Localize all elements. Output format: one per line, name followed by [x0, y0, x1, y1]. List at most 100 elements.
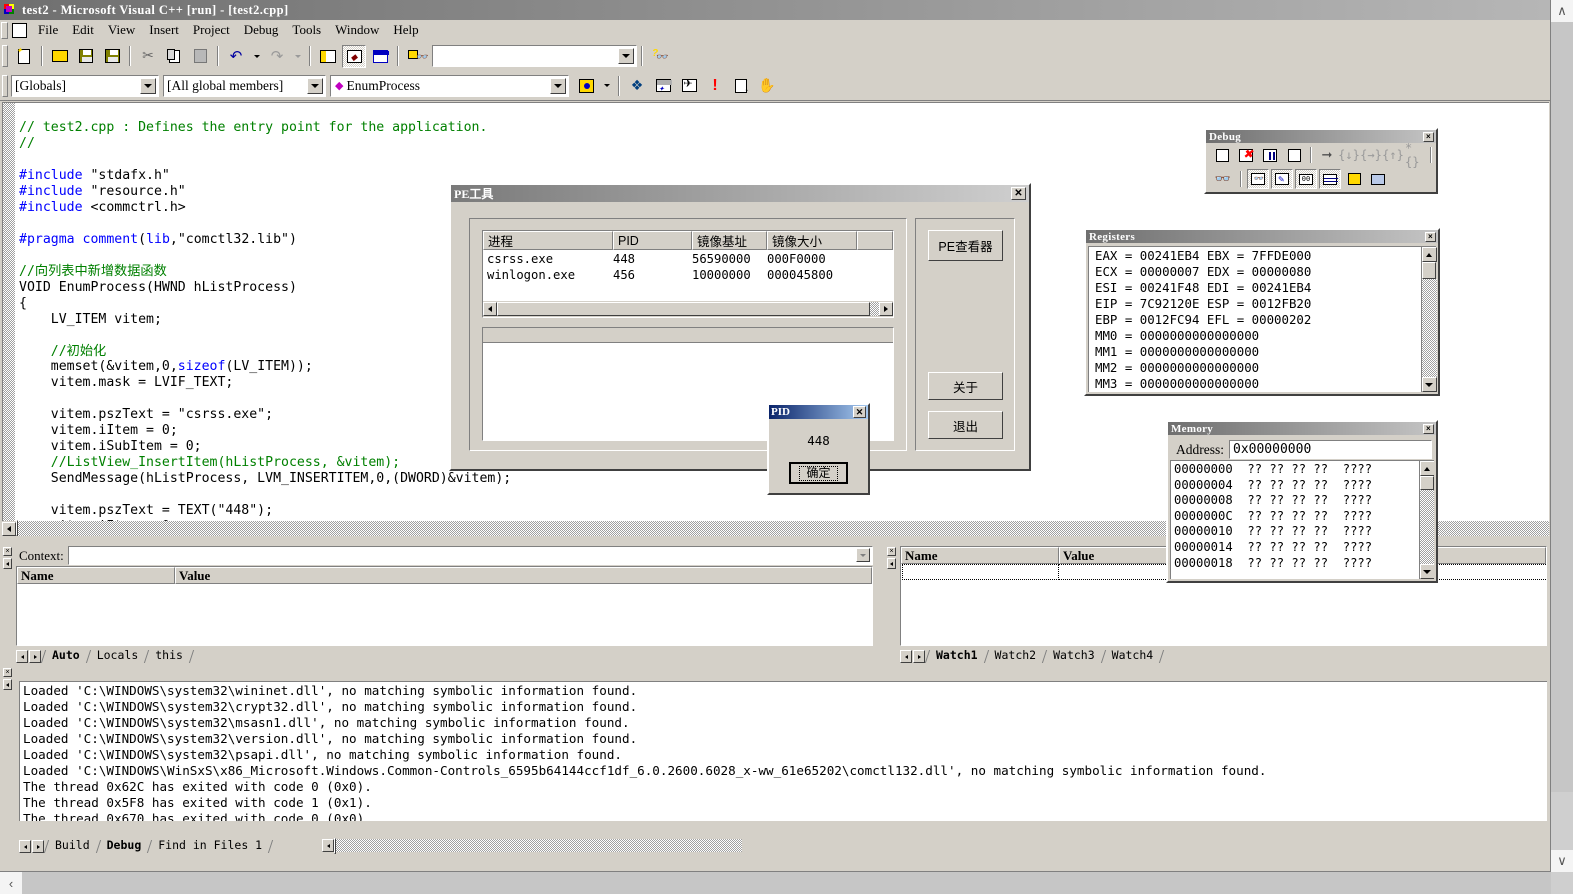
tab-locals[interactable]: Locals	[90, 648, 146, 663]
find-combo[interactable]	[432, 45, 637, 67]
show-next-statement-icon[interactable]: ➞	[1317, 145, 1337, 165]
editor-selection-margin[interactable]	[3, 103, 16, 532]
listview-scroll-left-button[interactable]	[483, 302, 497, 316]
function-combo-arrow[interactable]	[550, 77, 566, 94]
listview-hscroll-thumb[interactable]	[497, 302, 870, 316]
registers-titlebar[interactable]: Registers ×	[1086, 230, 1438, 243]
tab-find-in-files-1[interactable]: Find in Files 1	[151, 838, 269, 853]
registers-close-button[interactable]: ×	[1425, 231, 1436, 242]
process-listview[interactable]: 进程 PID 镜像基址 镜像大小 csrss.exe 448 56590000 …	[482, 230, 894, 318]
column-process[interactable]: 进程	[483, 231, 613, 250]
menu-tools[interactable]: Tools	[285, 20, 328, 40]
members-combo-arrow[interactable]	[307, 77, 323, 94]
wizardbar-dropdown-icon[interactable]	[600, 74, 613, 97]
class-combo-arrow[interactable]	[140, 77, 156, 94]
find-combo-arrow[interactable]	[618, 48, 634, 64]
toolbar-gripper[interactable]	[2, 45, 8, 67]
save-icon[interactable]	[74, 45, 98, 68]
pid-ok-button[interactable]: 确定	[789, 462, 848, 484]
menu-debug[interactable]: Debug	[237, 20, 286, 40]
output-tab-scroll-right[interactable]	[32, 840, 44, 853]
copy-icon[interactable]	[162, 45, 186, 68]
tab-watch4[interactable]: Watch4	[1105, 648, 1161, 663]
menubar-gripper[interactable]	[1, 21, 8, 39]
viewer-scroll-up-button[interactable]: ∧	[1551, 0, 1573, 22]
step-out-icon[interactable]: {↑}	[1382, 145, 1404, 165]
registers-window-icon[interactable]: 00	[1295, 169, 1317, 189]
undo-dropdown-icon[interactable]	[250, 45, 263, 68]
process-listview-hscrollbar[interactable]	[483, 301, 893, 317]
menu-project[interactable]: Project	[186, 20, 237, 40]
apply-code-changes-icon[interactable]	[1283, 145, 1305, 165]
column-name[interactable]: Name	[901, 547, 1059, 564]
column-image-size[interactable]: 镜像大小	[767, 231, 857, 250]
quickwatch-icon[interactable]: 👓	[1211, 169, 1235, 189]
watch-pane-collapse-button[interactable]	[887, 558, 896, 569]
stop-build-icon[interactable]: ✈	[677, 74, 701, 97]
tab-watch1[interactable]: Watch1	[929, 648, 985, 663]
watch-pane-close-button[interactable]: ×	[887, 547, 896, 556]
memory-address-input[interactable]: 0x00000000	[1229, 440, 1432, 459]
viewer-hscroll-thumb[interactable]	[22, 872, 1551, 894]
pid-dialog-titlebar[interactable]: PID ✕	[769, 405, 868, 419]
redo-icon[interactable]: ↷	[265, 45, 289, 68]
menu-file[interactable]: File	[31, 20, 65, 40]
editor-source-text[interactable]: // test2.cpp : Defines the entry point f…	[19, 120, 511, 535]
listview-scroll-right-button[interactable]	[879, 302, 893, 316]
output-horizontal-scrollbar[interactable]	[322, 838, 742, 854]
tab-watch3[interactable]: Watch3	[1046, 648, 1102, 663]
paste-icon[interactable]	[188, 45, 212, 68]
disassembly-icon[interactable]	[1367, 169, 1389, 189]
compile-icon[interactable]: ❖	[625, 74, 649, 97]
window-list-icon[interactable]	[368, 45, 392, 68]
output-tab-scroll-left[interactable]	[19, 840, 31, 853]
column-name[interactable]: Name	[17, 567, 175, 584]
pe-tool-close-button[interactable]: ✕	[1011, 187, 1026, 200]
tab-debug[interactable]: Debug	[100, 838, 149, 853]
memory-scroll-track[interactable]	[1419, 490, 1434, 564]
cut-icon[interactable]: ✂	[136, 45, 160, 68]
output-hscroll-thumb[interactable]	[334, 838, 336, 854]
registers-scroll-down-button[interactable]	[1421, 377, 1437, 392]
tab-auto[interactable]: Auto	[45, 648, 87, 663]
memory-scroll-down-button[interactable]	[1419, 564, 1434, 579]
process-row[interactable]: winlogon.exe 456 10000000 000045800	[483, 268, 893, 284]
variables-pane-collapse-button[interactable]	[3, 558, 12, 569]
output-hscroll-track[interactable]	[334, 838, 742, 854]
run-to-cursor-icon[interactable]: *{}	[1405, 141, 1425, 169]
memory-vertical-scrollbar[interactable]	[1419, 461, 1434, 579]
wizardbar-action-icon[interactable]	[574, 74, 598, 97]
class-combo[interactable]: [Globals]	[11, 74, 159, 97]
registers-body[interactable]: EAX = 00241EB4 EBX = 7FFDE000 ECX = 0000…	[1088, 246, 1437, 392]
save-all-icon[interactable]	[100, 45, 124, 68]
column-pid[interactable]: PID	[613, 231, 692, 250]
stop-debugging-icon[interactable]: ✖	[1235, 145, 1257, 165]
registers-text[interactable]: EAX = 00241EB4 EBX = 7FFDE000 ECX = 0000…	[1089, 247, 1421, 392]
variables-window-icon[interactable]: ✎	[1271, 169, 1293, 189]
members-combo[interactable]: [All global members]	[163, 74, 326, 97]
menu-view[interactable]: View	[101, 20, 142, 40]
output-pane-collapse-button[interactable]	[3, 679, 12, 690]
exit-button[interactable]: 退出	[928, 411, 1003, 439]
new-text-file-icon[interactable]: ✦	[12, 45, 36, 68]
watch-row-name-cell[interactable]	[902, 564, 1059, 580]
output-scroll-left-button[interactable]	[322, 839, 334, 852]
watch-tab-scroll-left[interactable]	[900, 650, 912, 663]
process-row[interactable]: csrss.exe 448 56590000 000F0000	[483, 252, 893, 268]
menu-help[interactable]: Help	[386, 20, 425, 40]
memory-scroll-thumb[interactable]	[1420, 476, 1434, 490]
registers-scroll-thumb[interactable]	[1422, 262, 1436, 279]
pe-viewer-button[interactable]: PE查看器	[928, 230, 1003, 261]
tab-watch2[interactable]: Watch2	[988, 648, 1044, 663]
viewer-vertical-scrollbar[interactable]: ∧ ∨	[1551, 0, 1573, 894]
workspace-icon[interactable]	[316, 45, 340, 68]
menu-edit[interactable]: Edit	[65, 20, 101, 40]
memory-scroll-up-button[interactable]	[1419, 461, 1434, 476]
function-combo[interactable]: ◆ EnumProcess	[330, 74, 569, 97]
about-button[interactable]: 关于	[928, 372, 1003, 400]
output-window-icon[interactable]: ◆	[342, 44, 366, 68]
wizardbar-gripper[interactable]	[2, 74, 8, 97]
build-icon[interactable]: ✦	[651, 74, 675, 97]
debug-toolbar-titlebar[interactable]: Debug ×	[1206, 130, 1436, 143]
call-stack-icon[interactable]	[1343, 169, 1365, 189]
